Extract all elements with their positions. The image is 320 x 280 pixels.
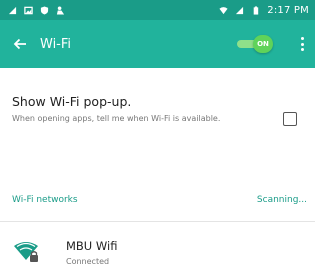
back-arrow-icon[interactable]: [12, 36, 28, 52]
wifi-secured-icon: [14, 242, 38, 262]
section-title: Wi-Fi networks: [12, 194, 78, 205]
network-info: MBU Wifi Connected: [66, 239, 117, 266]
status-time: 2:17 PM: [267, 4, 309, 16]
wifi-master-toggle[interactable]: ON: [237, 35, 279, 53]
cell-signal-icon: [236, 6, 244, 14]
app-bar: Wi-Fi ON: [0, 20, 315, 68]
network-status: Connected: [66, 256, 110, 266]
battery-icon: [253, 5, 259, 15]
status-bar: 2:17 PM: [0, 0, 315, 20]
person-icon: [56, 5, 65, 15]
wifi-status-icon: [219, 6, 228, 14]
wifi-popup-setting[interactable]: Show Wi-Fi pop-up. When opening apps, te…: [0, 68, 315, 150]
popup-setting-text: Show Wi-Fi pop-up. When opening apps, te…: [12, 94, 283, 150]
signal-alert-icon: [8, 6, 17, 14]
network-name: MBU Wifi: [66, 238, 118, 253]
page-title: Wi-Fi: [40, 36, 72, 52]
network-list-item[interactable]: MBU Wifi Connected: [0, 224, 315, 280]
scanning-status: Scanning...: [256, 194, 307, 205]
toggle-knob: ON: [253, 35, 273, 53]
wifi-networks-header: Wi-Fi networks Scanning...: [0, 178, 315, 222]
status-left-icons: [8, 5, 65, 15]
popup-checkbox[interactable]: [283, 112, 297, 126]
popup-setting-title: Show Wi-Fi pop-up.: [12, 94, 132, 109]
image-icon: [24, 6, 33, 14]
status-right-icons: 2:17 PM: [219, 5, 309, 16]
more-options-icon[interactable]: [297, 35, 307, 53]
popup-setting-description: When opening apps, tell me when Wi-Fi is…: [12, 114, 221, 123]
shield-icon: [40, 5, 49, 15]
